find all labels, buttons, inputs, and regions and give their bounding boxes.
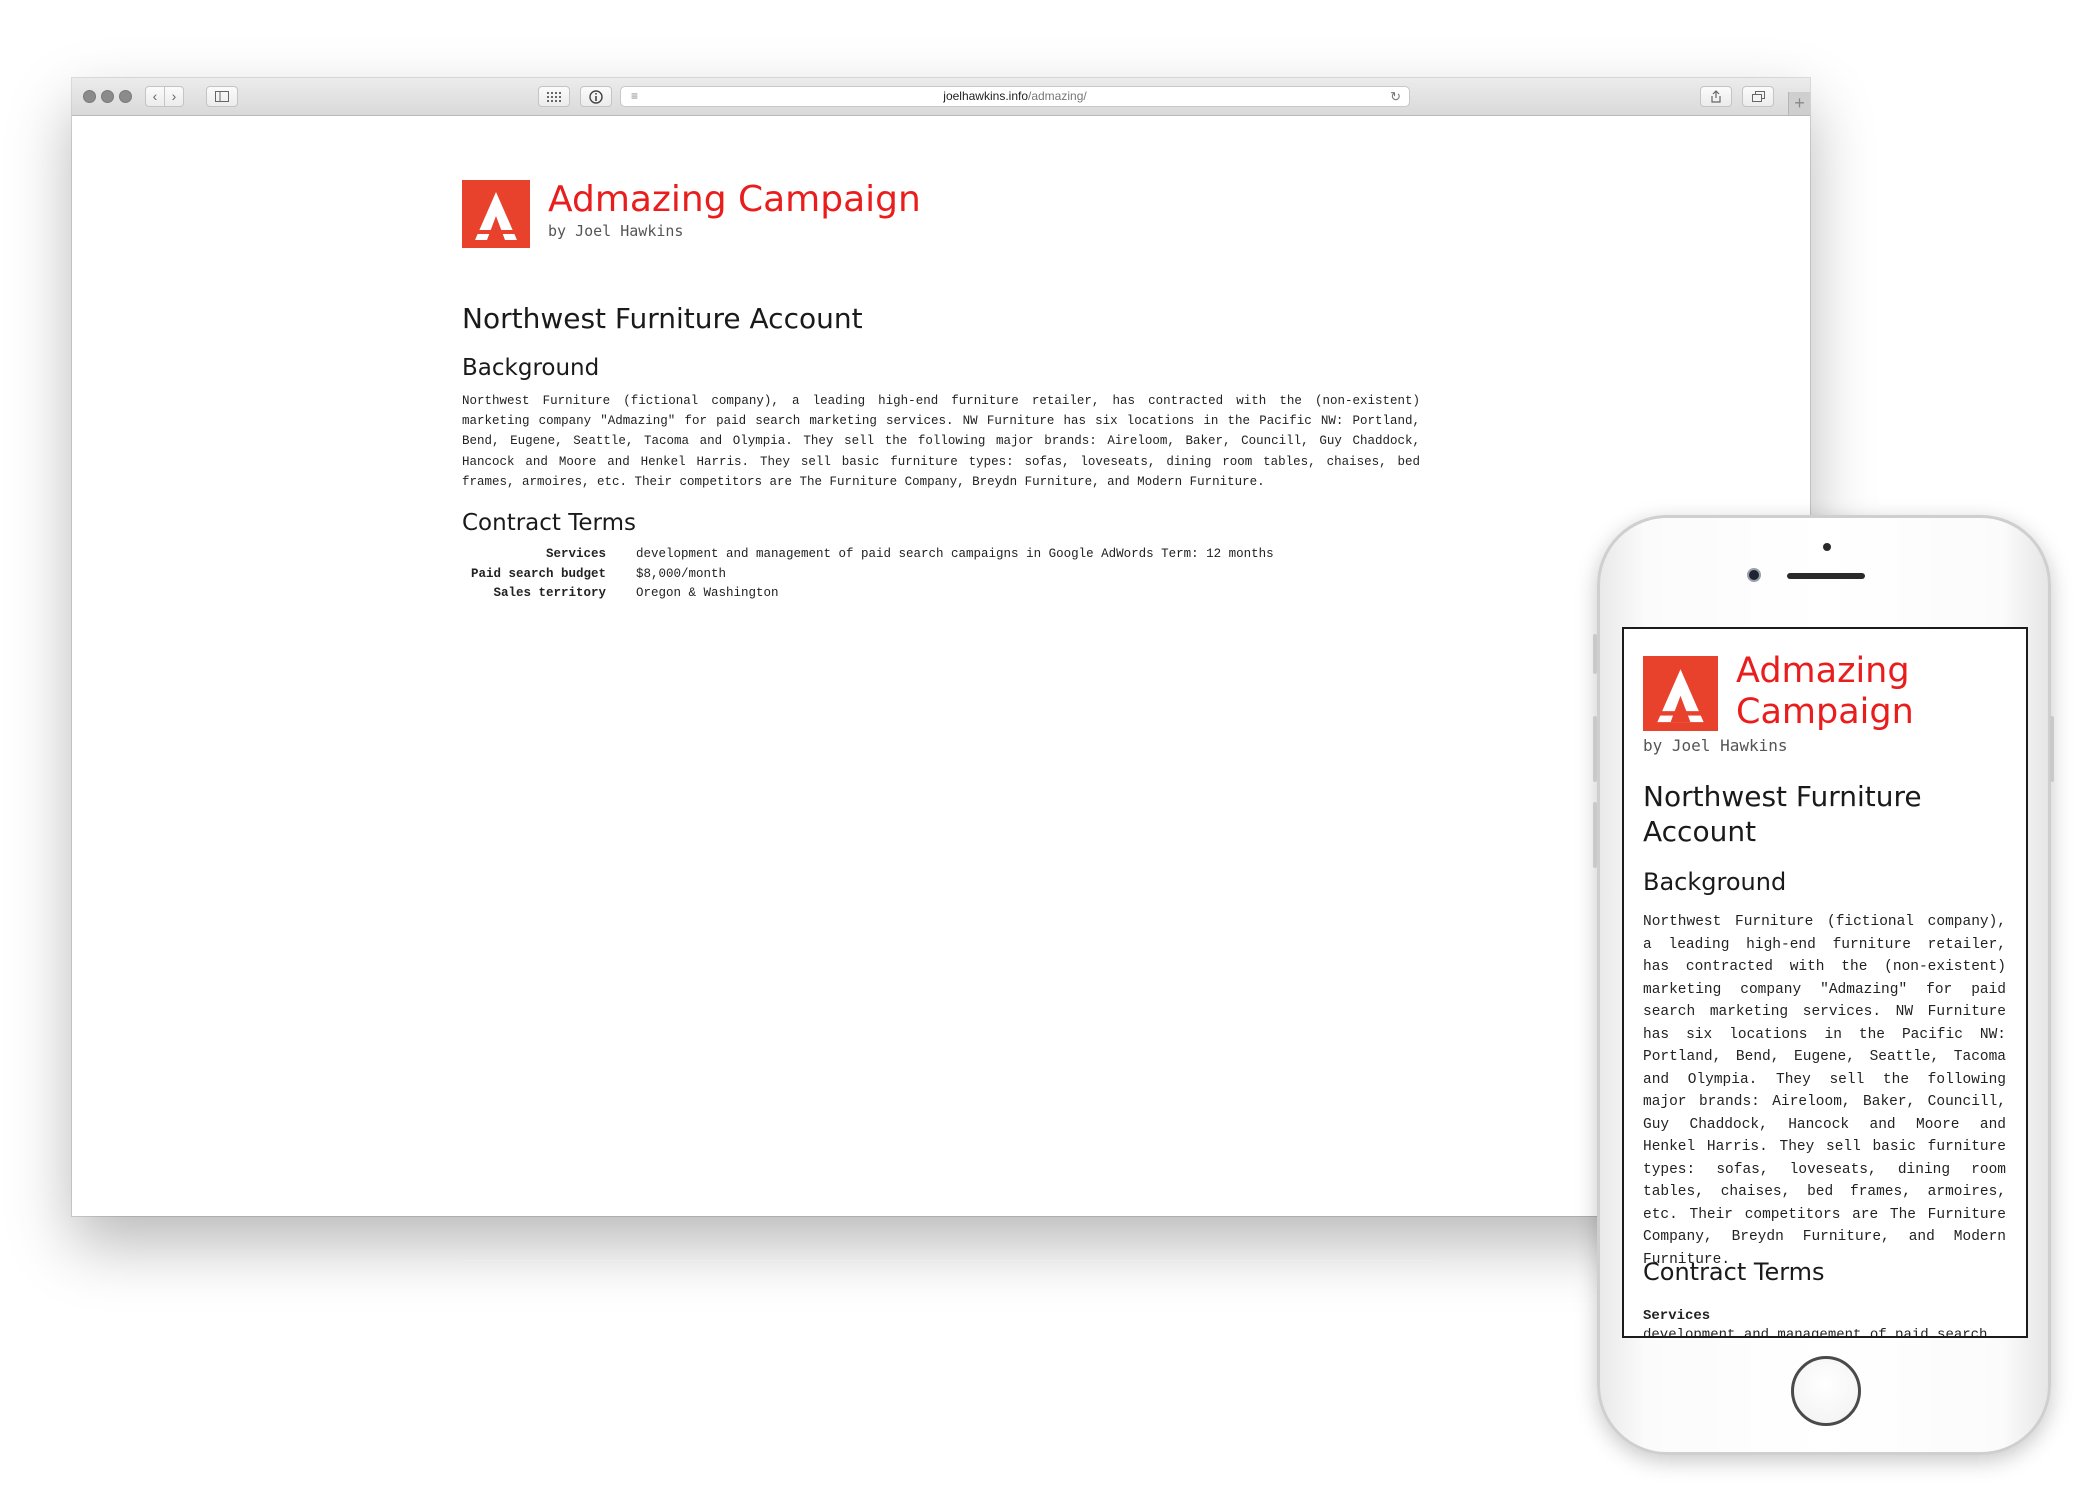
account-title: Northwest Furniture Account xyxy=(462,302,863,335)
plus-icon: + xyxy=(1794,93,1805,113)
contract-terms-list: Services development and management of p… xyxy=(462,545,1422,604)
forward-button[interactable]: › xyxy=(164,86,184,107)
zoom-window-button[interactable] xyxy=(119,90,132,103)
term-row: Sales territory Oregon & Washington xyxy=(462,584,1422,604)
term-value: development and management of paid searc… xyxy=(636,547,1274,561)
admazing-a-logo-icon xyxy=(1656,669,1705,723)
term-value: Oregon & Washington xyxy=(636,586,779,600)
term-label: Paid search budget xyxy=(470,566,606,581)
close-window-button[interactable] xyxy=(83,90,96,103)
share-icon xyxy=(1711,90,1721,103)
new-tab-button[interactable]: + xyxy=(1788,92,1810,115)
background-heading: Background xyxy=(462,355,600,381)
sidebar-icon xyxy=(215,91,229,102)
term-row: Paid search budget $8,000/month xyxy=(462,565,1422,585)
term-row: Services development and management of p… xyxy=(462,545,1422,565)
admazing-a-logo-icon xyxy=(474,192,518,240)
sidebar-toggle-button[interactable] xyxy=(206,86,238,107)
privacy-report-button[interactable] xyxy=(580,86,612,107)
reader-icon[interactable]: ≡ xyxy=(631,87,638,106)
mobile-site-title-line: Admazing xyxy=(1736,651,1910,691)
url-path: /admazing/ xyxy=(1028,89,1087,103)
mobile-site-title-line: Campaign xyxy=(1736,692,1914,732)
mobile-site-title: Admazing Campaign xyxy=(1736,651,2016,733)
mobile-background-heading: Background xyxy=(1643,868,1787,896)
url-host: joelhawkins.info xyxy=(943,89,1028,103)
mobile-admazing-logo xyxy=(1643,656,1718,731)
mobile-term-label: Services xyxy=(1643,1308,1711,1324)
grid-icon xyxy=(547,92,561,102)
share-button[interactable] xyxy=(1700,86,1732,107)
mobile-account-title: Northwest Furniture Account xyxy=(1643,780,1922,848)
phone-device: Admazing Campaign by Joel Hawkins Northw… xyxy=(1593,515,2054,1455)
browser-toolbar: ‹ › ≡ joelhawkins.info/admazing/ ↻ + xyxy=(72,78,1810,116)
power-button xyxy=(2050,716,2054,782)
minimize-window-button[interactable] xyxy=(101,90,114,103)
volume-up-button xyxy=(1593,716,1597,782)
footer-divider xyxy=(462,1260,1434,1261)
phone-screen: Admazing Campaign by Joel Hawkins Northw… xyxy=(1622,627,2028,1338)
mobile-background-paragraph: Northwest Furniture (fictional company),… xyxy=(1643,914,2006,1268)
mute-switch xyxy=(1593,634,1597,674)
address-bar[interactable]: ≡ joelhawkins.info/admazing/ ↻ xyxy=(620,86,1410,107)
term-label: Services xyxy=(545,547,606,561)
back-button[interactable]: ‹ xyxy=(145,86,165,107)
background-paragraph: Northwest Furniture (fictional company),… xyxy=(462,394,1420,489)
mobile-term-value: development and management of paid searc… xyxy=(1643,1327,1988,1338)
front-camera xyxy=(1747,568,1761,582)
tabs-icon xyxy=(1751,91,1765,102)
mobile-site-byline: by Joel Hawkins xyxy=(1643,736,1788,755)
home-button[interactable] xyxy=(1791,1356,1861,1426)
show-tabs-button[interactable] xyxy=(1742,86,1774,107)
term-label: Sales territory xyxy=(493,586,606,600)
site-byline: by Joel Hawkins xyxy=(548,222,684,240)
volume-down-button xyxy=(1593,802,1597,868)
chevron-left-icon: ‹ xyxy=(152,88,158,104)
contract-terms-heading: Contract Terms xyxy=(462,510,636,536)
admazing-logo xyxy=(462,180,530,248)
site-title: Admazing Campaign xyxy=(548,179,921,220)
desktop-browser-window: ‹ › ≡ joelhawkins.info/admazing/ ↻ + Adm… xyxy=(72,78,1810,1261)
term-value: $8,000/month xyxy=(636,566,727,581)
earpiece-speaker xyxy=(1787,573,1865,579)
mobile-contract-terms-heading: Contract Terms xyxy=(1643,1258,1825,1286)
reload-icon[interactable]: ↻ xyxy=(1390,87,1401,106)
info-icon xyxy=(589,90,603,104)
top-sites-button[interactable] xyxy=(538,86,570,107)
proximity-sensor xyxy=(1823,543,1831,551)
chevron-right-icon: › xyxy=(171,88,177,104)
